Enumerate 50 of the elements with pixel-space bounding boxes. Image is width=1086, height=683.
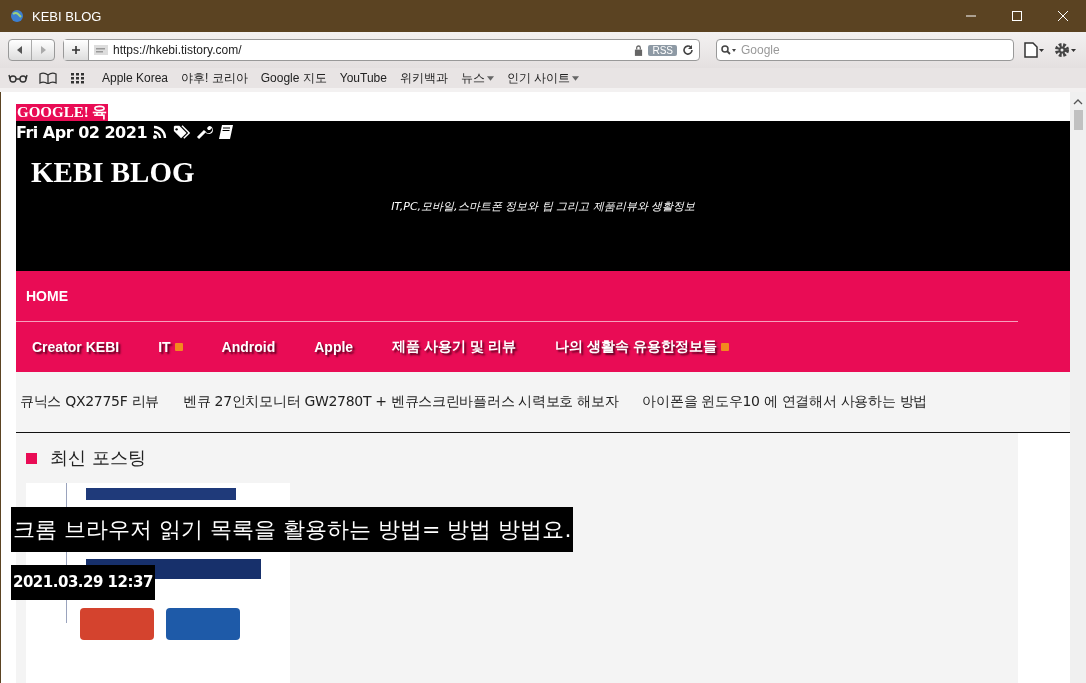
bookmark-link[interactable]: Apple Korea	[102, 69, 169, 87]
site-icon	[94, 45, 108, 55]
post-date: 2021.03.29 12:37	[11, 565, 155, 600]
menu-link[interactable]: 나의 생활속 유용한정보들	[554, 338, 717, 356]
search-icon	[721, 45, 737, 55]
menu-link[interactable]: Creator KEBI	[32, 339, 120, 355]
bookmark-link[interactable]: 뉴스	[460, 69, 494, 87]
scroll-thumb[interactable]	[1073, 110, 1083, 130]
post-link[interactable]: 벤큐 27인치모니터 GW2780T + 벤큐스크린바플러스 시력보호 해보자	[183, 393, 619, 411]
address-bar[interactable]: https://hkebi.tistory.com/ RSS	[63, 39, 700, 61]
window-title: KEBI BLOG	[32, 8, 102, 24]
caret-icon	[572, 75, 580, 81]
new-badge-icon	[174, 343, 183, 351]
blog-tagline: IT,PC,모바일,스마트폰 정보와 팁 그리고 제품리뷰와 생활정보	[391, 199, 696, 214]
bookmark-link[interactable]: 위키백과	[399, 69, 448, 87]
section-title: 최신 포스팅	[50, 446, 146, 470]
url-text: https://hkebi.tistory.com/	[113, 43, 243, 57]
lock-icon	[634, 44, 644, 56]
post-title[interactable]: 크롬 브라우저 읽기 목록을 활용하는 방법= 방법 방법요.	[11, 507, 574, 552]
search-field[interactable]: Google	[716, 39, 1014, 61]
reload-icon[interactable]	[682, 44, 694, 56]
new-badge-icon	[720, 343, 729, 351]
menu-link[interactable]: IT	[158, 339, 171, 355]
book-icon[interactable]	[217, 124, 235, 140]
post-link[interactable]: 큐닉스 QX2775F 리뷰	[20, 393, 159, 411]
bookmark-link[interactable]: Google 지도	[260, 69, 327, 87]
bookmark-link[interactable]: 인기 사이트	[506, 69, 580, 87]
bookmark-link[interactable]: YouTube	[339, 69, 387, 87]
page-menu-icon[interactable]	[1022, 42, 1046, 58]
date-text: Fri Apr 02 2021	[16, 122, 147, 142]
home-link[interactable]: HOME	[26, 288, 68, 304]
globe-icon	[10, 9, 24, 23]
tags-icon[interactable]	[173, 124, 191, 140]
menu-link[interactable]: Android	[221, 339, 276, 355]
bookmark-link[interactable]: 야후! 코리아	[181, 69, 248, 87]
scroll-up-icon[interactable]	[1073, 99, 1084, 105]
menu-link[interactable]: 제품 사용기 및 리뷰	[392, 338, 516, 356]
section-marker	[26, 452, 37, 464]
settings-icon[interactable]	[1054, 42, 1078, 58]
post-link[interactable]: 아이폰을 윈도우10 에 연결해서 사용하는 방법	[642, 393, 927, 411]
reading-list-icon[interactable]	[8, 72, 28, 84]
caret-icon	[486, 75, 494, 81]
scrollbar[interactable]	[1070, 92, 1086, 683]
add-icon[interactable]	[64, 40, 89, 60]
wrench-icon[interactable]	[195, 124, 213, 140]
rss-icon[interactable]	[151, 124, 169, 140]
blog-title[interactable]: KEBI BLOG	[31, 156, 1071, 189]
bookmarks-icon[interactable]	[38, 72, 58, 84]
menu-link[interactable]: Apple	[314, 339, 354, 355]
header-label: GOOGLE! 육	[16, 104, 109, 121]
